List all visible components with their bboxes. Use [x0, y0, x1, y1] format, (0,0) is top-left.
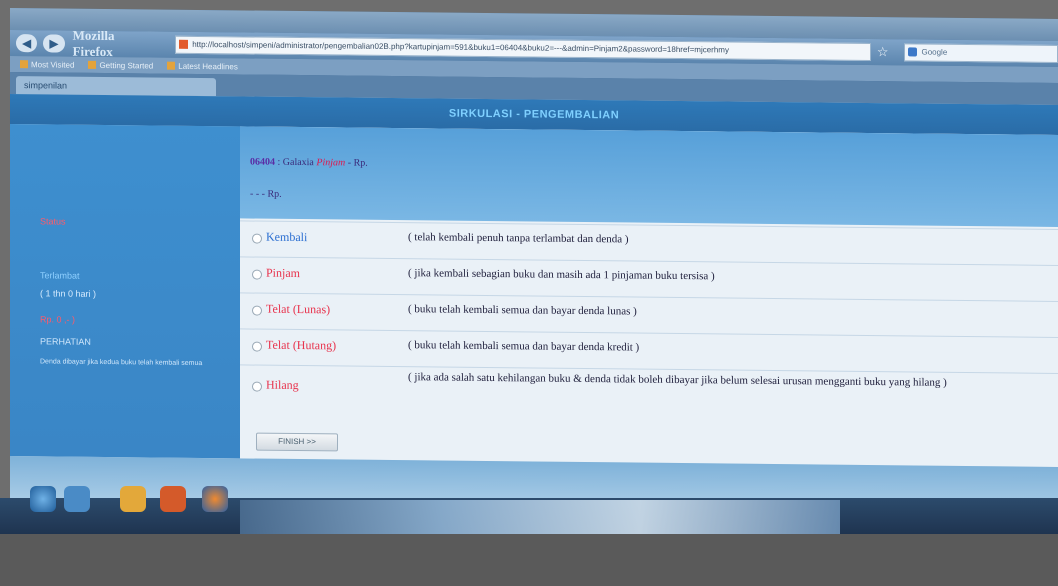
option-hilang[interactable]: Hilang ( jika ada salah satu kehilangan …: [240, 364, 1058, 418]
media-player-icon[interactable]: [160, 486, 186, 512]
monitor-bezel: [0, 534, 1058, 586]
status-label: Status: [40, 216, 66, 227]
bookmark-icon: [88, 60, 97, 69]
second-book-line: - - - Rp.: [250, 188, 282, 200]
google-icon: [908, 47, 918, 57]
rss-icon: [167, 61, 176, 70]
radio-telat-hutang[interactable]: [252, 341, 262, 352]
browser-window: ◀ ▶ Mozilla Firefox http://localhost/sim…: [10, 8, 1058, 509]
bookmark-latest-headlines[interactable]: Latest Headlines: [167, 61, 238, 71]
perhatian-label: PERHATIAN: [40, 336, 91, 347]
back-button[interactable]: ◀: [16, 34, 38, 53]
taskbar-preview-strip: [240, 500, 840, 536]
address-text: http://localhost/simpeni/administrator/p…: [192, 39, 729, 55]
bookmark-icon: [20, 60, 28, 69]
book-code: 06404: [250, 156, 275, 168]
bookmark-getting-started[interactable]: Getting Started: [88, 60, 153, 70]
site-favicon-icon: [179, 39, 189, 49]
search-input[interactable]: Google: [904, 43, 1058, 63]
option-label: Telat (Hutang): [266, 337, 337, 353]
radio-telat-lunas[interactable]: [252, 305, 262, 316]
option-description: ( jika kembali sebagian buku dan masih a…: [408, 267, 715, 283]
radio-pinjam[interactable]: [252, 269, 262, 280]
denda-note: Denda dibayar jika kedua buku telah kemb…: [40, 358, 203, 368]
radio-kembali[interactable]: [252, 233, 262, 244]
tab-active[interactable]: simpenilan: [16, 76, 216, 97]
terlambat-label: Terlambat: [40, 270, 80, 281]
bookmark-most-visited[interactable]: Most Visited: [20, 60, 74, 69]
loan-status: Pinjam: [316, 157, 346, 169]
folder-icon[interactable]: [120, 486, 146, 512]
radio-hilang[interactable]: [252, 381, 262, 392]
start-orb-icon[interactable]: [30, 486, 56, 512]
ie-icon[interactable]: [64, 486, 90, 512]
denda-amount: Rp. 0 ,- ): [40, 314, 76, 325]
option-label: Hilang: [266, 377, 299, 393]
browser-brand: Mozilla Firefox: [72, 27, 115, 60]
search-placeholder: Google: [921, 47, 948, 57]
firefox-icon[interactable]: [202, 486, 228, 512]
book-info: 06404 : Galaxia Pinjam - Rp. - - - Rp.: [240, 126, 1058, 227]
option-description: ( jika ada salah satu kehilangan buku & …: [408, 371, 947, 389]
option-label: Kembali: [266, 229, 308, 245]
option-description: ( buku telah kembali semua dan bayar den…: [408, 303, 637, 318]
option-label: Pinjam: [266, 265, 301, 281]
photo-of-screen: ◀ ▶ Mozilla Firefox http://localhost/sim…: [0, 0, 1058, 586]
duration-text: ( 1 thn 0 hari ): [40, 288, 97, 299]
book-title: Galaxia: [282, 156, 314, 169]
option-label: Telat (Lunas): [266, 301, 331, 317]
form-area: 06404 : Galaxia Pinjam - Rp. - - - Rp. K…: [240, 126, 1058, 467]
bookmark-star-icon[interactable]: ☆: [877, 44, 889, 60]
option-description: ( telah kembali penuh tanpa terlambat da…: [408, 231, 629, 246]
option-description: ( buku telah kembali semua dan bayar den…: [408, 339, 640, 354]
forward-button[interactable]: ▶: [43, 34, 65, 53]
finish-button[interactable]: FINISH >>: [256, 432, 338, 452]
left-label-column: Status Terlambat ( 1 thn 0 hari ) Rp. 0 …: [10, 124, 240, 459]
rp-suffix: - Rp.: [347, 157, 368, 169]
address-bar[interactable]: http://localhost/simpeni/administrator/p…: [175, 35, 871, 62]
page-content: SIRKULASI - PENGEMBALIAN Status Terlamba…: [10, 94, 1058, 509]
book-line: 06404 : Galaxia Pinjam - Rp.: [250, 156, 368, 169]
